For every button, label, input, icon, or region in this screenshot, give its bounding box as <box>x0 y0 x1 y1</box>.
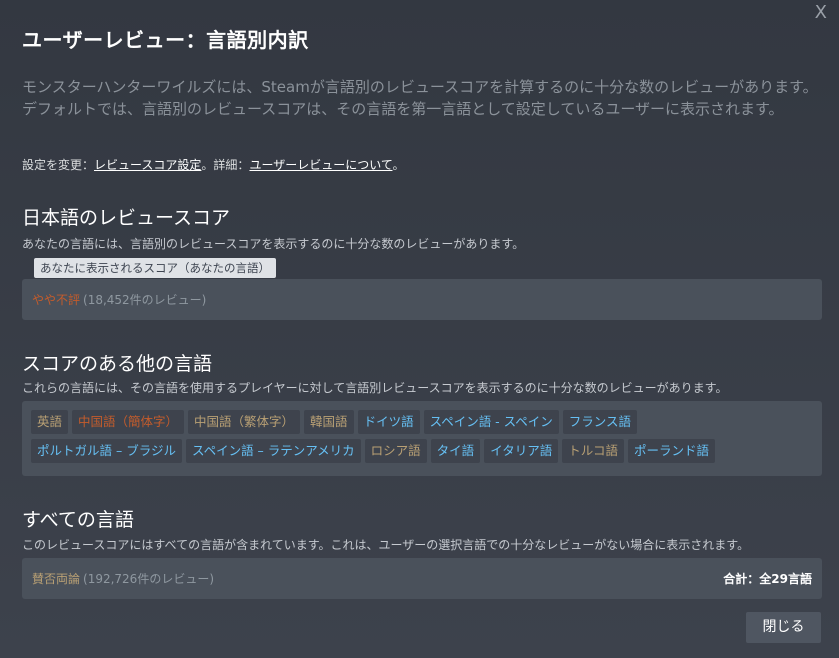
own-language-title: 日本語のレビュースコア <box>22 207 231 229</box>
language-tag: イタリア語 <box>484 439 559 463</box>
language-tag: ロシア語 <box>364 439 427 463</box>
own-language-score-box: やや不評 (18,452件のレビュー) <box>22 279 822 320</box>
language-tag: タイ語 <box>430 439 481 463</box>
language-tag: ドイツ語 <box>357 410 420 434</box>
about-user-reviews-link[interactable]: ユーザーレビューについて <box>249 158 392 172</box>
all-languages-title: すべての言語 <box>22 509 134 531</box>
language-tag-list: 英語 中国語（簡体字） 中国語（繁体字） 韓国語 ドイツ語 スペイン語 - スペ… <box>22 401 822 476</box>
settings-prefix: 設定を変更： <box>22 158 95 172</box>
language-tag: フランス語 <box>562 410 638 434</box>
all-languages-score-box: 賛否両論 (192,726件のレビュー) 合計：全29言語 <box>22 558 822 599</box>
review-score-settings-link[interactable]: レビュースコア設定 <box>94 158 201 172</box>
own-language-subtitle: あなたの言語には、言語別のレビュースコアを表示するのに十分な数のレビューがありま… <box>22 237 525 251</box>
dialog-title: ユーザーレビュー：言語別内訳 <box>22 28 309 52</box>
language-tag: 中国語（繁体字） <box>188 410 301 434</box>
language-tag: 韓国語 <box>304 410 354 434</box>
close-icon[interactable]: X <box>815 2 827 23</box>
language-tag: スペイン語 – ラテンアメリカ <box>185 439 361 463</box>
settings-line: 設定を変更：レビュースコア設定。詳細：ユーザーレビューについて。 <box>22 156 405 173</box>
language-tag: スペイン語 - スペイン <box>423 410 559 434</box>
total-languages: 合計：全29言語 <box>723 572 812 586</box>
language-tag: 英語 <box>31 410 69 434</box>
language-tag: ポーランド語 <box>627 439 715 463</box>
language-row-1: 英語 中国語（簡体字） 中国語（繁体字） 韓国語 ドイツ語 スペイン語 - スペ… <box>31 410 813 434</box>
own-language-tooltip: あなたに表示されるスコア（あなたの言語） <box>34 258 276 278</box>
all-languages-rating: 賛否両論 <box>32 572 81 586</box>
other-languages-subtitle: これらの言語には、その言語を使用するプレイヤーに対して言語別レビュースコアを表示… <box>22 381 728 395</box>
language-breakdown-dialog: X ユーザーレビュー：言語別内訳 モンスターハンターワイルズには、Steamが言… <box>0 0 839 658</box>
language-row-2: ポルトガル語 – ブラジル スペイン語 – ラテンアメリカ ロシア語 タイ語 イ… <box>31 439 813 463</box>
language-tag: トルコ語 <box>562 439 624 463</box>
close-button[interactable]: 閉じる <box>746 612 821 643</box>
own-language-rating: やや不評 <box>32 293 81 307</box>
language-tag: 中国語（簡体字） <box>72 410 185 434</box>
dialog-description: モンスターハンターワイルズには、Steamが言語別のレビュースコアを計算するのに… <box>22 78 818 118</box>
language-tag: ポルトガル語 – ブラジル <box>31 439 182 463</box>
own-language-review-count: (18,452件のレビュー) <box>83 293 207 307</box>
details-prefix: 。詳細： <box>201 158 250 172</box>
details-suffix: 。 <box>392 158 405 172</box>
all-languages-review-count: (192,726件のレビュー) <box>83 572 215 586</box>
all-languages-subtitle: このレビュースコアにはすべての言語が含まれています。これは、ユーザーの選択言語で… <box>22 538 750 552</box>
other-languages-title: スコアのある他の言語 <box>22 353 213 375</box>
